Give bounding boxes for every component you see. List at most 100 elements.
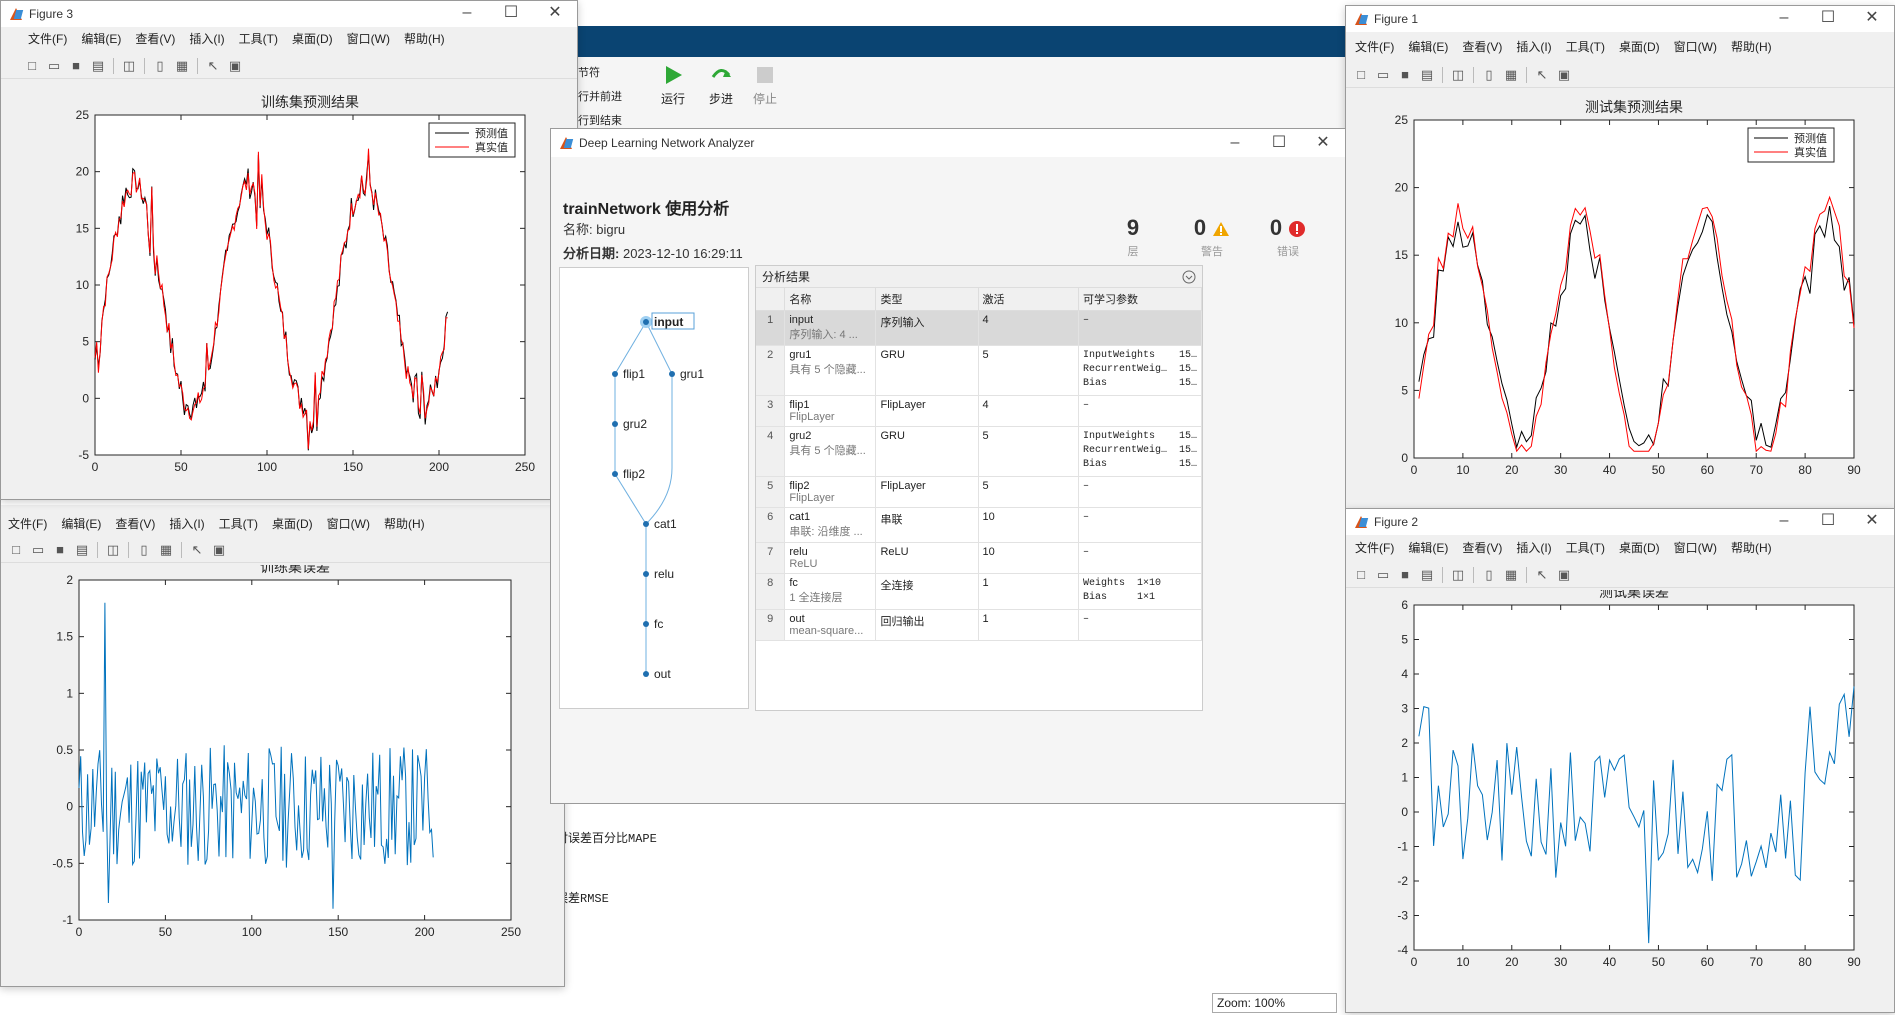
menu-item[interactable]: 编辑(E) — [74, 28, 128, 50]
table-row[interactable]: 4 gru2 具有 5 个隐藏... GRU 5 InputWeights 15… Rec… — [756, 426, 1203, 477]
colorbar-icon[interactable]: ▯ — [151, 57, 169, 75]
property-inspector-icon[interactable]: ▣ — [226, 57, 244, 75]
print-icon[interactable]: ▤ — [89, 57, 107, 75]
menu-item[interactable]: 插入(I) — [1509, 537, 1558, 559]
edit-plot-icon[interactable]: ↖ — [1533, 66, 1551, 84]
new-figure-icon[interactable]: □ — [23, 57, 41, 75]
legend-icon[interactable]: ▦ — [1502, 566, 1520, 584]
test-error-axes[interactable]: 0 10 20 30 40 50 60 70 80 906543210-1-2-3-4测试集误差 — [1346, 590, 1895, 1012]
figure-title-bar[interactable]: Figure 2 – ☐ ✕ — [1346, 509, 1894, 535]
layer-graph[interactable]: input flip1 gru1 gru2 flip2 cat1 relu fc out — [560, 268, 750, 710]
property-inspector-icon[interactable]: ▣ — [1555, 66, 1573, 84]
menu-item[interactable]: 窗口(W) — [1667, 36, 1724, 58]
menu-item[interactable]: 桌面(D) — [285, 28, 340, 50]
menu-item[interactable]: 工具(T) — [1559, 537, 1612, 559]
print-icon[interactable]: ▤ — [73, 541, 91, 559]
menu-item[interactable]: 插入(I) — [182, 28, 231, 50]
menu-item[interactable]: 编辑(E) — [1401, 537, 1455, 559]
minimize-button[interactable]: – — [1762, 6, 1806, 32]
save-icon[interactable]: ■ — [67, 57, 85, 75]
property-inspector-icon[interactable]: ▣ — [210, 541, 228, 559]
new-figure-icon[interactable]: □ — [1352, 566, 1370, 584]
table-row[interactable]: 3 flip1 FlipLayer FlipLayer 4– — [756, 395, 1203, 427]
table-row[interactable]: 6 cat1 串联: 沿维度 ... 串联 10– — [756, 507, 1203, 543]
menu-item[interactable]: 窗口(W) — [1667, 537, 1724, 559]
link-plot-icon[interactable]: ◫ — [1449, 66, 1467, 84]
column-header[interactable]: 名称 — [784, 288, 877, 311]
figure-title-bar[interactable]: Figure 1 – ☐ ✕ — [1346, 6, 1894, 32]
open-file-icon[interactable]: ▭ — [29, 541, 47, 559]
menu-item[interactable]: 编辑(E) — [1401, 36, 1455, 58]
colorbar-icon[interactable]: ▯ — [1480, 66, 1498, 84]
link-plot-icon[interactable]: ◫ — [120, 57, 138, 75]
menu-item[interactable]: 查看(V) — [108, 513, 162, 535]
print-icon[interactable]: ▤ — [1418, 66, 1436, 84]
new-figure-icon[interactable]: □ — [1352, 66, 1370, 84]
layers-table[interactable]: 名称 类型 激活 可学习参数 1 input 序列输入: 4 ... 序列输入 4–2 g… — [756, 288, 1203, 641]
edit-plot-icon[interactable]: ↖ — [1533, 566, 1551, 584]
run-button[interactable]: 运行 — [658, 63, 688, 107]
menu-item[interactable]: 帮助(H) — [397, 28, 452, 50]
menu-item[interactable]: 文件(F) — [21, 28, 74, 50]
column-header[interactable]: 可学习参数 — [1078, 288, 1203, 311]
menu-item[interactable]: 工具(T) — [1559, 36, 1612, 58]
legend-icon[interactable]: ▦ — [157, 541, 175, 559]
open-file-icon[interactable]: ▭ — [45, 57, 63, 75]
column-header[interactable]: 激活 — [978, 288, 1079, 311]
menu-item[interactable]: 窗口(W) — [340, 28, 397, 50]
print-icon[interactable]: ▤ — [1418, 566, 1436, 584]
figure-window-test-error[interactable]: Figure 2 – ☐ ✕ 文件(F) 编辑(E) 查看(V) 插入(I) 工… — [1345, 508, 1895, 1013]
maximize-button[interactable]: ☐ — [1257, 129, 1301, 155]
menu-item[interactable]: 工具(T) — [232, 28, 285, 50]
legend-icon[interactable]: ▦ — [1502, 66, 1520, 84]
toolstrip-item[interactable]: 节符 — [578, 61, 622, 85]
save-icon[interactable]: ■ — [1396, 566, 1414, 584]
minimize-button[interactable]: – — [445, 1, 489, 27]
close-button[interactable]: ✕ — [533, 1, 577, 27]
maximize-button[interactable]: ☐ — [489, 1, 533, 27]
collapse-icon[interactable] — [1182, 270, 1196, 284]
colorbar-icon[interactable]: ▯ — [135, 541, 153, 559]
train-prediction-axes[interactable]: 0 50 100 150 200 2502520151050-5训练集预测结果预测值真实值 — [1, 80, 578, 499]
menu-item[interactable]: 文件(F) — [1348, 537, 1401, 559]
menu-item[interactable]: 帮助(H) — [1724, 537, 1779, 559]
figure-window-test-prediction[interactable]: Figure 1 – ☐ ✕ 文件(F) 编辑(E) 查看(V) 插入(I) 工… — [1345, 5, 1895, 510]
analysis-results-panel[interactable]: 分析结果 名称 类型 激活 可学习参数 1 input 序列输入: 4 ... 序列输… — [755, 265, 1203, 711]
menu-item[interactable]: 帮助(H) — [377, 513, 432, 535]
toolstrip-item[interactable]: 行并前进 — [578, 85, 622, 109]
menu-item[interactable]: 帮助(H) — [1724, 36, 1779, 58]
menu-item[interactable]: 桌面(D) — [1612, 36, 1667, 58]
train-error-axes[interactable]: 0 50 100 150 200 250 2 1.5 1 0.5 0 -0.5 -1 训练集误差 — [1, 565, 565, 986]
network-graph-panel[interactable]: input flip1 gru1 gru2 flip2 cat1 relu fc out — [559, 267, 749, 709]
menu-item[interactable]: 桌面(D) — [265, 513, 320, 535]
close-button[interactable]: ✕ — [1850, 509, 1894, 535]
network-analyzer-window[interactable]: Deep Learning Network Analyzer – ☐ ✕ tra… — [550, 128, 1346, 804]
menu-item[interactable]: 文件(F) — [1348, 36, 1401, 58]
table-row[interactable]: 2 gru1 具有 5 个隐藏... GRU 5 InputWeights 15… Rec… — [756, 345, 1203, 396]
menu-item[interactable]: 查看(V) — [128, 28, 182, 50]
edit-plot-icon[interactable]: ↖ — [204, 57, 222, 75]
open-file-icon[interactable]: ▭ — [1374, 566, 1392, 584]
colorbar-icon[interactable]: ▯ — [1480, 566, 1498, 584]
property-inspector-icon[interactable]: ▣ — [1555, 566, 1573, 584]
maximize-button[interactable]: ☐ — [1806, 6, 1850, 32]
menu-item[interactable]: 插入(I) — [1509, 36, 1558, 58]
figure-window-train-prediction[interactable]: Figure 3 – ☐ ✕ 文件(F) 编辑(E) 查看(V) 插入(I) 工… — [0, 0, 578, 500]
table-row[interactable]: 8 fc 1 全连接层 全连接 1 Weights 1×10 Bias 1×1 — [756, 573, 1203, 610]
link-plot-icon[interactable]: ◫ — [104, 541, 122, 559]
new-figure-icon[interactable]: □ — [7, 541, 25, 559]
step-button[interactable]: 步进 — [706, 63, 736, 107]
save-icon[interactable]: ■ — [51, 541, 69, 559]
analyzer-title-bar[interactable]: Deep Learning Network Analyzer – ☐ ✕ — [551, 129, 1345, 157]
table-row[interactable]: 7 relu ReLU ReLU 10– — [756, 542, 1203, 574]
table-row[interactable]: 1 input 序列输入: 4 ... 序列输入 4– — [756, 310, 1203, 346]
figure-window-train-error[interactable]: 文件(F) 编辑(E) 查看(V) 插入(I) 工具(T) 桌面(D) 窗口(W… — [0, 482, 565, 987]
edit-plot-icon[interactable]: ↖ — [188, 541, 206, 559]
minimize-button[interactable]: – — [1213, 129, 1257, 155]
figure-title-bar[interactable]: Figure 3 – ☐ ✕ — [1, 1, 577, 27]
open-file-icon[interactable]: ▭ — [1374, 66, 1392, 84]
legend-icon[interactable]: ▦ — [173, 57, 191, 75]
minimize-button[interactable]: – — [1762, 509, 1806, 535]
test-prediction-axes[interactable]: 0 10 20 30 40 50 60 70 80 902520151050测试集预测结果预测值真… — [1346, 90, 1895, 509]
close-button[interactable]: ✕ — [1301, 129, 1345, 155]
